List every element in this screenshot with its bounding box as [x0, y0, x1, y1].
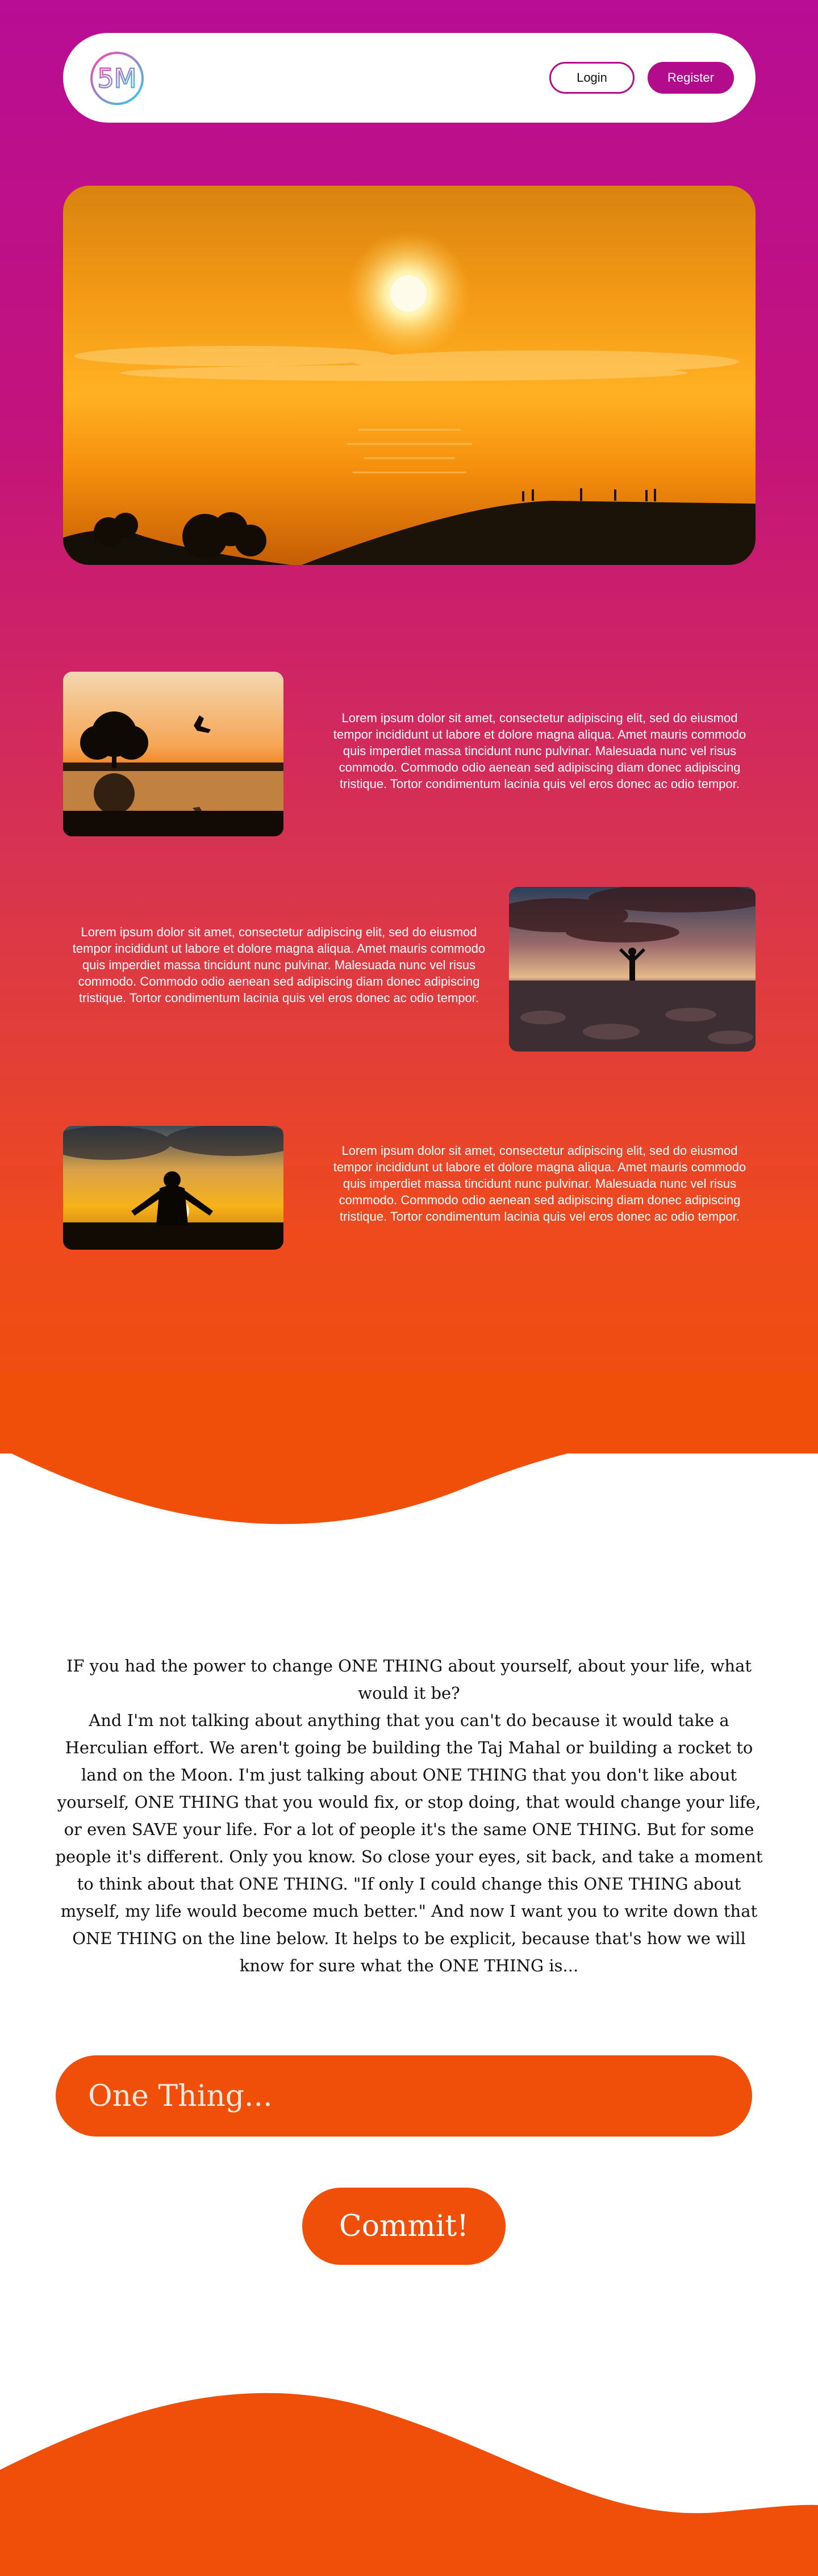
login-button[interactable]: Login: [549, 62, 635, 94]
wave-divider-top: [0, 1374, 818, 1524]
navbar: 5M Login Register: [63, 33, 756, 123]
feature-text-2: Lorem ipsum dolor sit amet, consectetur …: [72, 925, 486, 1005]
logo-text: 5M: [98, 63, 137, 94]
essay: IF you had the power to change ONE THING…: [54, 1652, 764, 1979]
feature-text-1: Lorem ipsum dolor sit amet, consectetur …: [333, 711, 746, 791]
register-button[interactable]: Register: [648, 62, 734, 94]
hero-sunset-image: [63, 186, 756, 565]
logo[interactable]: 5M: [89, 50, 145, 107]
feature-image-arms-raised: [509, 887, 756, 1052]
wave-divider-bottom: [0, 2393, 818, 2576]
essay-question: IF you had the power to change ONE THING…: [66, 1656, 752, 1703]
essay-body: And I'm not talking about anything that …: [55, 1711, 763, 1975]
commit-button[interactable]: Commit!: [302, 2188, 506, 2265]
feature-image-silhouette: [63, 1126, 283, 1250]
feature-text-3: Lorem ipsum dolor sit amet, consectetur …: [333, 1144, 746, 1224]
one-thing-placeholder: One Thing...: [88, 2079, 273, 2113]
feature-image-jump: [63, 672, 283, 836]
one-thing-input[interactable]: One Thing...: [56, 2055, 752, 2137]
